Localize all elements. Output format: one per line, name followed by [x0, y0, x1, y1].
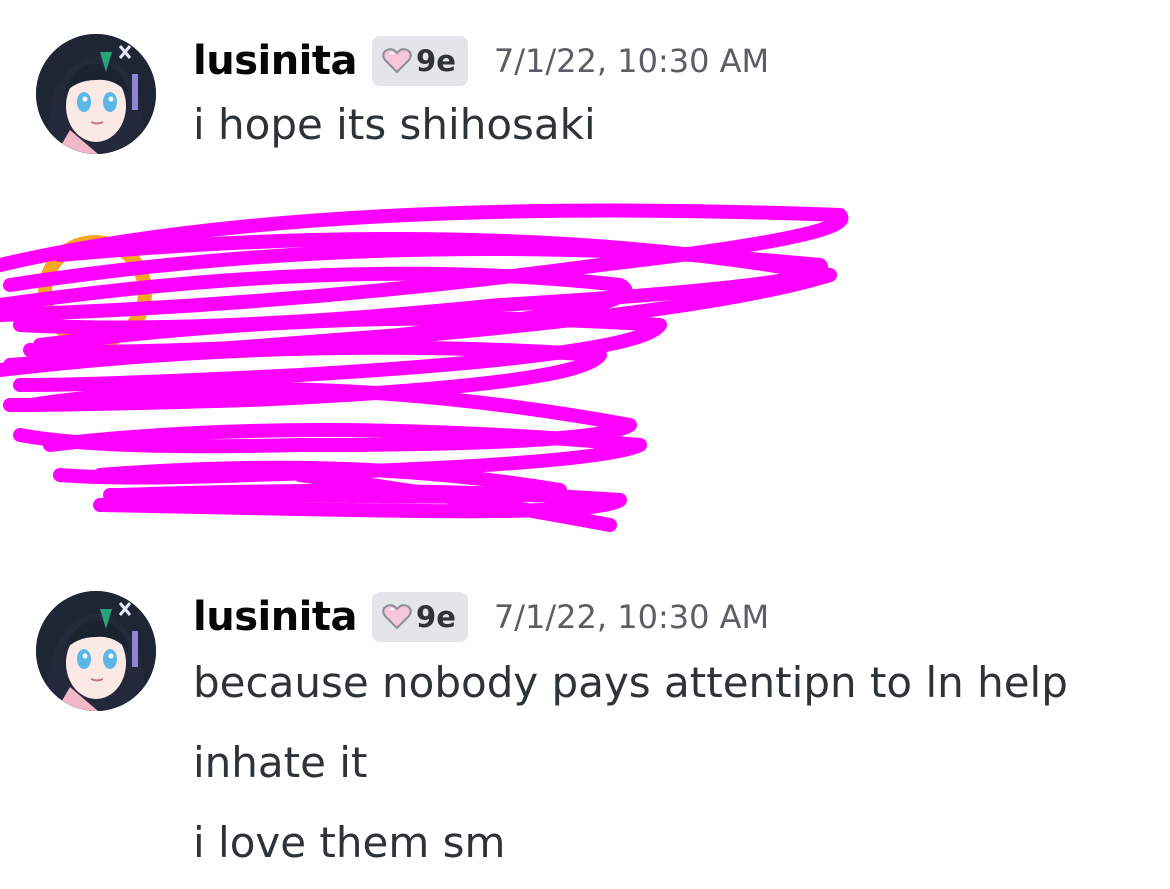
message-header: lusinita 9e 7/1/22, 10:30 AM	[193, 34, 769, 88]
timestamp: 7/1/22, 10:30 AM	[493, 42, 770, 80]
timestamp: 7/1/22, 10:30 AM	[493, 598, 770, 636]
message-text: because nobody pays attentipn to ln help	[193, 658, 1068, 707]
redacted-message	[0, 195, 860, 535]
server-tag[interactable]: 9e	[372, 36, 468, 86]
username[interactable]: lusinita	[193, 594, 358, 640]
message-text: inhate it	[193, 738, 368, 787]
server-tag-label: 9e	[416, 600, 456, 634]
avatar[interactable]	[36, 34, 156, 154]
username[interactable]: lusinita	[193, 38, 358, 84]
server-tag-label: 9e	[416, 44, 456, 78]
heart-icon	[382, 604, 412, 630]
message-text: i hope its shihosaki	[193, 100, 596, 149]
avatar[interactable]	[36, 591, 156, 711]
heart-icon	[382, 48, 412, 74]
message-text: i love them sm	[193, 818, 506, 867]
message-header: lusinita 9e 7/1/22, 10:30 AM	[193, 590, 769, 644]
server-tag[interactable]: 9e	[372, 592, 468, 642]
